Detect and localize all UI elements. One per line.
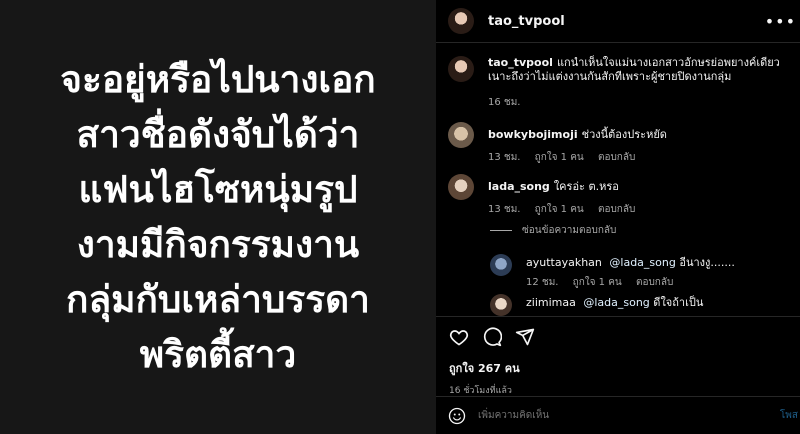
caption-time[interactable]: 16 ชม. (488, 97, 520, 108)
reply-item: ziimimaa @lada_song ดีใจถ้าเป็น (490, 294, 800, 316)
comment-text: ใครอ่ะ ต.หรอ (553, 180, 619, 193)
likes-count[interactable]: ถูกใจ 267 คน (449, 359, 800, 377)
reply-username[interactable]: ayuttayakhan (526, 256, 602, 269)
caption-avatar[interactable] (448, 56, 474, 82)
reply-button[interactable]: ตอบกลับ (598, 152, 635, 163)
comment-likes[interactable]: ถูกใจ 1 คน (535, 152, 584, 163)
post-comment-button[interactable]: โพส (780, 408, 798, 423)
comment-item: bowkybojimoji ช่วงนี้ต้องประหยัด 13 ชม. ถ… (448, 122, 800, 165)
comment-time[interactable]: 13 ชม. (488, 152, 520, 163)
reply-divider (490, 230, 512, 231)
reply-likes[interactable]: ถูกใจ 1 คน (573, 277, 622, 288)
share-icon[interactable] (515, 327, 535, 347)
author-avatar[interactable] (448, 8, 474, 34)
hide-replies-label[interactable]: ซ่อนข้อความตอบกลับ (522, 223, 616, 238)
comment-likes[interactable]: ถูกใจ 1 คน (535, 204, 584, 215)
commenter-avatar[interactable] (448, 122, 474, 148)
emoji-icon[interactable] (448, 407, 466, 425)
comment-username[interactable]: bowkybojimoji (488, 128, 578, 141)
post-time[interactable]: 16 ชั่วโมงที่แล้ว (449, 383, 800, 397)
instagram-post-panel: tao_tvpool ••• tao_tvpool แกนำเห็นใจแม่นา… (436, 0, 800, 434)
reply-mention[interactable]: @lada_song (609, 256, 675, 269)
comments-list: tao_tvpool แกนำเห็นใจแม่นางเอกสาวอักษรย่อ… (436, 44, 800, 316)
reply-button[interactable]: ตอบกลับ (636, 277, 673, 288)
author-username[interactable]: tao_tvpool (488, 14, 565, 29)
reply-time[interactable]: 12 ชม. (526, 277, 558, 288)
reply-text: ดีใจถ้าเป็น (653, 296, 704, 309)
reply-button[interactable]: ตอบกลับ (598, 204, 635, 215)
caption-username[interactable]: tao_tvpool (488, 56, 553, 69)
headline-text: จะอยู่หรือไปนางเอก สาวชื่อดังจับได้ว่า แ… (60, 58, 376, 376)
comment-item: lada_song ใครอ่ะ ต.หรอ 13 ชม. ถูกใจ 1 คน … (448, 174, 800, 217)
hide-replies-toggle[interactable]: ซ่อนข้อความตอบกลับ (490, 223, 616, 238)
post-header: tao_tvpool ••• (436, 0, 800, 43)
reply-text: อีนางงู....... (679, 256, 735, 269)
heart-icon[interactable] (449, 327, 469, 347)
comment-input[interactable]: เพิ่มความคิดเห็น (478, 408, 549, 423)
replier-avatar[interactable] (490, 254, 512, 276)
comment-icon[interactable] (482, 327, 502, 347)
reply-item: ayuttayakhan @lada_song อีนางงู....... 1… (490, 254, 800, 290)
comment-time[interactable]: 13 ชม. (488, 204, 520, 215)
comment-input-bar: เพิ่มความคิดเห็น โพส (436, 396, 800, 434)
reply-mention[interactable]: @lada_song (583, 296, 649, 309)
comment-username[interactable]: lada_song (488, 180, 550, 193)
commenter-avatar[interactable] (448, 174, 474, 200)
more-icon[interactable]: ••• (765, 12, 796, 31)
comment-text: ช่วงนี้ต้องประหยัด (581, 128, 667, 141)
reply-username[interactable]: ziimimaa (526, 296, 576, 309)
headline-panel: จะอยู่หรือไปนางเอก สาวชื่อดังจับได้ว่า แ… (0, 0, 436, 434)
replier-avatar[interactable] (490, 294, 512, 316)
caption: tao_tvpool แกนำเห็นใจแม่นางเอกสาวอักษรย่อ… (448, 56, 800, 110)
